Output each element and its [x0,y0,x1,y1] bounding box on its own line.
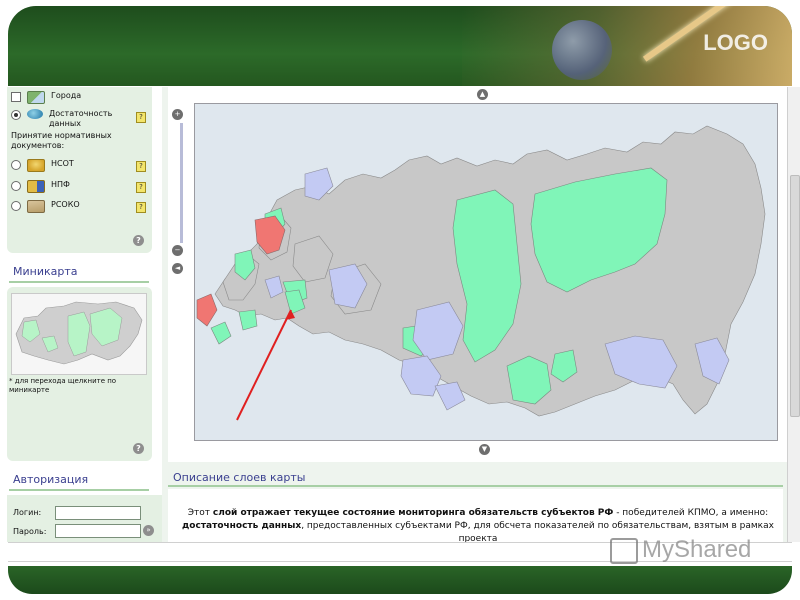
layer-row-data-sufficiency[interactable]: Достаточность данных [11,109,119,129]
layer-row-rsoko[interactable]: РСОКО [11,200,80,213]
layer-row-npf[interactable]: НПФ [11,180,70,193]
layer-row-cities[interactable]: Города [11,91,81,104]
layer-label-rsoko: РСОКО [51,200,80,209]
minimap-panel: * для перехода щелкните по миникарте ? [7,287,152,461]
left-panel: Города Достаточность данных ? Принятие н… [5,87,162,542]
help-icon[interactable]: ? [136,202,146,213]
minimap-note: * для перехода щелкните по миникарте [9,377,117,394]
pan-down-button[interactable]: ▼ [479,444,490,455]
info-icon[interactable]: ? [133,235,144,246]
description-emphasis: достаточность данных [182,521,302,531]
globe-decoration [552,20,612,80]
map-graphic [195,104,777,440]
minimap-graphic [15,301,143,365]
presentation-icon [610,538,638,564]
login-submit-button[interactable]: » [143,525,154,536]
app-screenshot: Города Достаточность данных ? Принятие н… [5,87,800,542]
password-label: Пароль: [13,527,47,536]
coins-icon [27,159,45,172]
footer-band [8,566,792,594]
vertical-scrollbar[interactable] [787,87,800,542]
zoom-slider[interactable] [180,123,183,243]
rsoko-radio[interactable] [11,201,21,211]
cities-checkbox[interactable] [11,92,21,102]
layer-label-data-sufficiency: Достаточность данных [49,109,113,128]
divider [9,489,149,491]
login-label: Логин: [13,508,42,517]
slide: LOGO Города Достаточность данных ? Приня… [0,0,800,600]
pan-left-button[interactable]: ◄ [172,263,183,274]
help-icon[interactable]: ? [136,112,146,123]
password-field[interactable] [55,524,141,538]
minimap[interactable] [11,293,147,375]
description-part: Этот [187,508,213,518]
map-area: ▲ + − ◄ ▼ [168,87,795,462]
russia-map[interactable] [194,103,778,441]
zoom-in-button[interactable]: + [172,109,183,120]
layer-label-cities: Города [51,91,82,100]
coins-chart-icon [27,180,45,193]
login-field[interactable] [55,506,141,520]
divider [168,485,783,487]
layer-label-nsot: НСОТ [51,159,74,168]
help-icon[interactable]: ? [136,182,146,193]
documents-icon [27,200,45,213]
auth-title: Авторизация [13,473,89,486]
data-sufficiency-radio[interactable] [11,110,21,120]
zoom-out-button[interactable]: − [172,245,183,256]
docs-heading: Принятие нормативных документов: [11,131,112,150]
minimap-title: Миникарта [13,265,78,278]
nsot-radio[interactable] [11,160,21,170]
layers-panel: Города Достаточность данных ? Принятие н… [7,87,152,253]
layer-row-nsot[interactable]: НСОТ [11,159,74,172]
info-icon[interactable]: ? [133,443,144,454]
header-band: LOGO [8,6,792,86]
divider [9,281,149,283]
logo: LOGO [703,30,768,55]
watermark-text: MyShared [642,536,752,563]
description-emphasis: слой отражает текущее состояние монитори… [212,508,614,518]
npf-radio[interactable] [11,181,21,191]
city-layer-icon [27,91,45,104]
data-sufficiency-layer-icon [27,109,43,119]
layer-label-npf: НПФ [51,180,70,189]
watermark: MyShared [610,534,770,568]
help-icon[interactable]: ? [136,161,146,172]
auth-panel: Логин: Пароль: » [7,495,162,542]
pan-up-button[interactable]: ▲ [477,89,488,100]
description-part: - победителей КПМО, а именно: [613,508,769,518]
scrollbar-thumb[interactable] [790,175,800,417]
description-title: Описание слоев карты [173,471,306,484]
